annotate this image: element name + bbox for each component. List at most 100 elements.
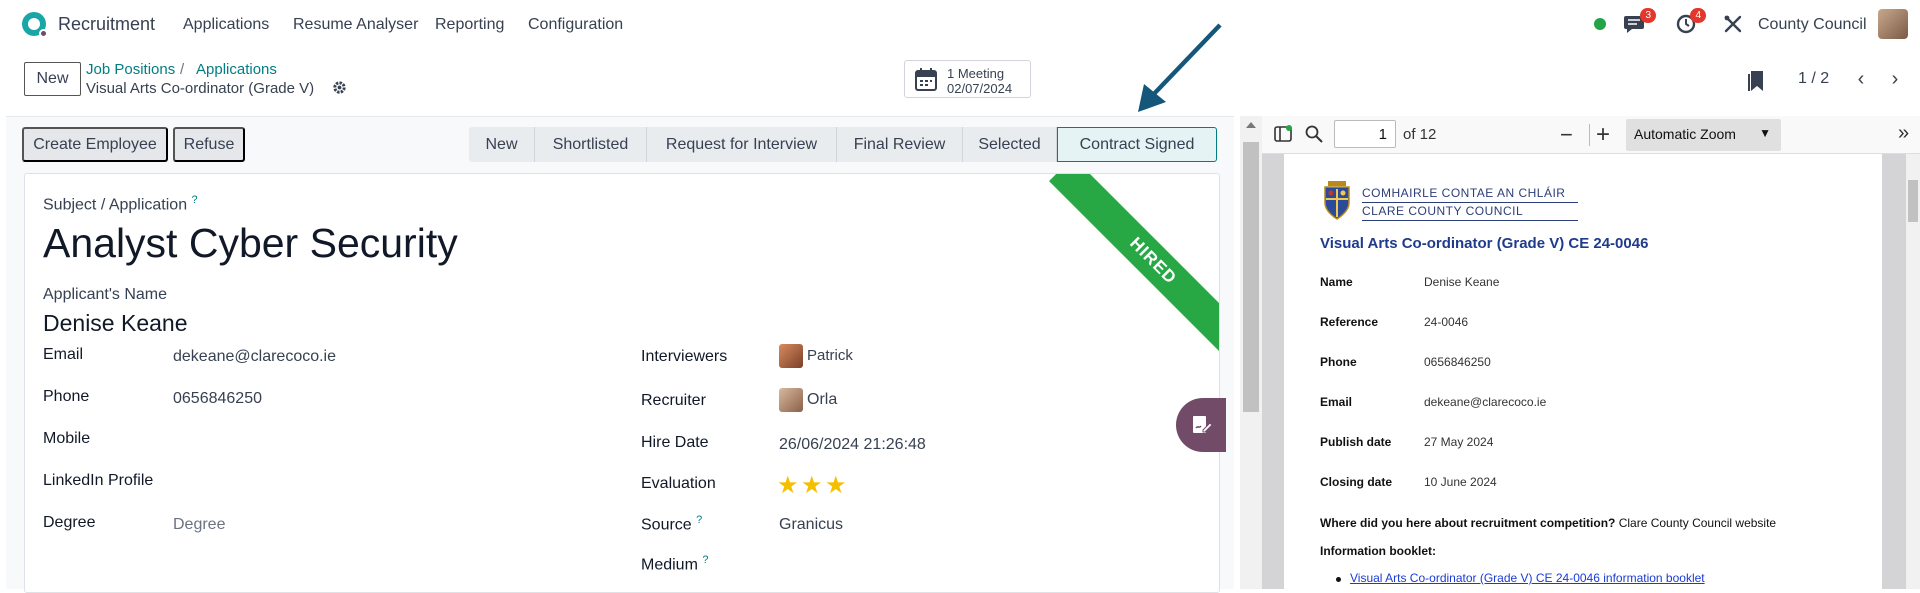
recruiter-label: Recruiter xyxy=(641,392,706,409)
pdf-scrollbar[interactable] xyxy=(1906,154,1920,589)
degree-field[interactable]: Degree xyxy=(173,516,225,534)
messages-icon[interactable]: 3 xyxy=(1624,8,1656,39)
interviewers-label: Interviewers xyxy=(641,348,728,365)
zoom-out-icon[interactable]: − xyxy=(1560,122,1573,148)
pdf-org-divider xyxy=(1362,202,1578,203)
stage-request-for-interview[interactable]: Request for Interview xyxy=(647,127,837,162)
calendar-icon xyxy=(915,68,937,91)
pdf-field-value: 24-0046 xyxy=(1424,315,1469,329)
mobile-field[interactable] xyxy=(173,430,473,450)
odoo-app-icon[interactable] xyxy=(22,12,48,38)
pdf-field-value: Denise Keane xyxy=(1424,275,1500,289)
stage-contract-signed[interactable]: Contract Signed xyxy=(1057,127,1217,162)
applicant-name-field[interactable]: Denise Keane xyxy=(43,310,188,337)
zoom-in-icon[interactable]: + xyxy=(1596,121,1610,149)
evaluation-star-1-icon[interactable]: ★ xyxy=(777,471,799,500)
menu-configuration[interactable]: Configuration xyxy=(528,16,623,34)
hire-date-field[interactable]: 26/06/2024 21:26:48 xyxy=(779,436,926,454)
pdf-booklet-link[interactable]: Visual Arts Co-ordinator (Grade V) CE 24… xyxy=(1350,571,1705,585)
company-switcher[interactable]: County Council xyxy=(1758,16,1867,34)
breadcrumb-job-positions[interactable]: Job Positions xyxy=(86,61,175,78)
stage-statusbar: New Shortlisted Request for Interview Fi… xyxy=(469,127,1217,162)
hired-ribbon: HIRED xyxy=(1049,174,1219,365)
menu-reporting[interactable]: Reporting xyxy=(435,16,504,34)
interviewer-tag: Patrick xyxy=(807,347,853,365)
pager-value[interactable]: 1 / 2 xyxy=(1798,70,1829,88)
pdf-field-value: 27 May 2024 xyxy=(1424,435,1494,449)
applicant-name-label: Applicant's Name xyxy=(43,286,167,303)
presence-status-icon xyxy=(1594,18,1606,30)
breadcrumb-applications[interactable]: Applications xyxy=(196,61,277,78)
gear-icon[interactable] xyxy=(332,80,347,99)
phone-label: Phone xyxy=(43,388,90,405)
source-field[interactable]: Granicus xyxy=(779,516,843,534)
pdf-field-label: Closing date xyxy=(1320,475,1393,489)
form-scrollbar-thumb[interactable] xyxy=(1243,142,1259,412)
activities-clock-icon[interactable]: 4 xyxy=(1676,8,1706,39)
scroll-up-icon[interactable] xyxy=(1246,122,1256,128)
interviewers-field[interactable]: Patrick xyxy=(779,344,853,368)
linkedin-label: LinkedIn Profile xyxy=(43,472,154,489)
recruiter-avatar xyxy=(779,388,803,412)
pdf-org-underline xyxy=(1362,220,1578,221)
chevron-down-icon: ▼ xyxy=(1759,126,1771,140)
phone-field[interactable]: 0656846250 xyxy=(173,390,262,408)
subject-field[interactable]: Analyst Cyber Security xyxy=(43,220,458,267)
source-label: Source ? xyxy=(641,514,703,534)
create-employee-button[interactable]: Create Employee xyxy=(22,127,168,162)
pager-previous-button[interactable]: ‹ xyxy=(1846,64,1876,94)
email-field[interactable]: dekeane@clarecoco.ie xyxy=(173,348,336,366)
pdf-field-value: 10 June 2024 xyxy=(1424,475,1497,489)
pdf-search-icon[interactable] xyxy=(1305,125,1323,148)
pager-next-button[interactable]: › xyxy=(1880,64,1910,94)
pdf-field-label: Name xyxy=(1320,275,1353,289)
stage-new[interactable]: New xyxy=(469,127,535,162)
evaluation-star-3-icon[interactable]: ★ xyxy=(825,471,847,500)
pdf-field-label: Email xyxy=(1320,395,1353,409)
evaluation-star-2-icon[interactable]: ★ xyxy=(801,471,823,500)
linkedin-field[interactable] xyxy=(173,472,473,492)
zoom-divider xyxy=(1589,124,1590,146)
pdf-field-value: dekeane@clarecoco.ie xyxy=(1424,395,1547,409)
evaluation-label: Evaluation xyxy=(641,475,716,492)
pdf-scrollbar-thumb[interactable] xyxy=(1908,180,1918,222)
debug-tools-icon[interactable] xyxy=(1724,15,1742,38)
pdf-page-total: of 12 xyxy=(1403,126,1437,143)
meeting-smart-button[interactable]: 1 Meeting 02/07/2024 xyxy=(904,60,1031,98)
menu-resume-analyser[interactable]: Resume Analyser xyxy=(293,16,418,34)
pdf-field-label: Publish date xyxy=(1320,435,1392,449)
user-avatar[interactable] xyxy=(1878,9,1908,39)
pdf-page-number-input[interactable] xyxy=(1334,120,1396,148)
pdf-bullet xyxy=(1336,577,1341,582)
refuse-button[interactable]: Refuse xyxy=(173,127,245,162)
record-name-breadcrumb: Visual Arts Co-ordinator (Grade V) xyxy=(86,80,315,97)
stage-final-review[interactable]: Final Review xyxy=(837,127,963,162)
email-label: Email xyxy=(43,346,84,363)
new-record-button[interactable]: New xyxy=(24,62,81,96)
top-navbar: Recruitment Applications Resume Analyser… xyxy=(0,0,1920,50)
sidebar-toggle-icon[interactable] xyxy=(1274,125,1292,148)
messages-badge: 3 xyxy=(1640,8,1656,23)
pdf-booklet-label: Information booklet: xyxy=(1320,544,1436,558)
interviewer-avatar xyxy=(779,344,803,368)
annotation-arrow xyxy=(1138,23,1222,112)
zoom-select[interactable]: Automatic Zoom ▼ xyxy=(1626,119,1781,151)
app-title[interactable]: Recruitment xyxy=(58,14,155,35)
medium-label: Medium ? xyxy=(641,554,709,574)
stage-selected[interactable]: Selected xyxy=(963,127,1057,162)
pdf-document-title: Visual Arts Co-ordinator (Grade V) CE 24… xyxy=(1320,235,1649,252)
meeting-count: 1 Meeting xyxy=(947,66,1005,81)
menu-applications[interactable]: Applications xyxy=(183,16,269,34)
bookmark-icon[interactable] xyxy=(1748,70,1764,92)
degree-label: Degree xyxy=(43,514,96,531)
tools-menu-icon[interactable]: » xyxy=(1898,122,1909,145)
form-sheet: HIRED Subject / Application ? Analyst Cy… xyxy=(24,173,1220,593)
subject-label: Subject / Application ? xyxy=(43,194,198,214)
medium-field[interactable] xyxy=(779,554,1079,574)
form-scrollbar[interactable] xyxy=(1240,116,1262,589)
recruiter-field[interactable]: Orla xyxy=(779,388,837,412)
sign-document-icon[interactable] xyxy=(1176,398,1226,452)
meeting-date: 02/07/2024 xyxy=(947,81,1013,96)
breadcrumb-separator: / xyxy=(180,61,185,78)
stage-shortlisted[interactable]: Shortlisted xyxy=(535,127,647,162)
